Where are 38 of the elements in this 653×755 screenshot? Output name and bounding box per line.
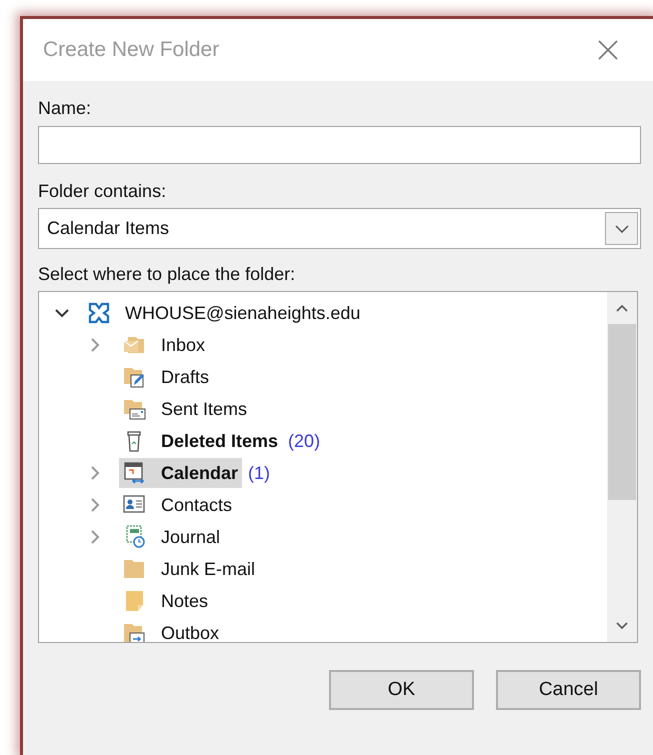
collapsed-chevron-icon[interactable] [91, 466, 100, 480]
unread-count: (20) [288, 430, 320, 453]
folder-item[interactable]: Deleted Items [119, 426, 282, 456]
account-icon [87, 301, 111, 325]
dialog-button[interactable]: Cancel [496, 670, 641, 710]
field-label: Select where to place the folder: [38, 263, 296, 285]
folder-item[interactable]: Drafts [119, 362, 214, 392]
folder-item[interactable]: Calendar [119, 458, 242, 488]
close-icon[interactable] [597, 39, 619, 61]
folder-pencil-icon [123, 365, 147, 389]
window-title: Create New Folder [43, 37, 220, 64]
scroll-thumb[interactable] [608, 324, 636, 500]
collapsed-chevron-icon[interactable] [91, 530, 100, 544]
expanded-chevron-icon[interactable] [55, 308, 69, 318]
dialog-button[interactable]: OK [329, 670, 474, 710]
folder-item[interactable]: Inbox [119, 330, 210, 360]
folder-item[interactable]: Junk E-mail [119, 554, 260, 584]
folder-item[interactable]: WHOUSE@sienaheights.edu [83, 298, 364, 328]
folder-type-dropdown[interactable]: Calendar Items [38, 208, 641, 249]
calendar-icon [123, 461, 147, 485]
field-label: Name: [38, 97, 92, 119]
chevron-down-icon [614, 224, 628, 232]
scrollbar[interactable] [607, 292, 637, 642]
folder-item[interactable]: Sent Items [119, 394, 252, 424]
collapsed-chevron-icon[interactable] [91, 338, 100, 352]
dropdown-button[interactable] [605, 212, 638, 245]
name-field[interactable] [38, 126, 641, 164]
folder-envelope-icon [123, 397, 147, 421]
collapsed-chevron-icon[interactable] [91, 498, 100, 512]
scroll-up-icon[interactable] [616, 304, 628, 312]
folder-item[interactable]: Contacts [119, 490, 236, 520]
unread-count: (1) [248, 462, 270, 485]
folder-item[interactable]: Journal [119, 522, 224, 552]
folder-item[interactable]: Outbox [119, 618, 224, 642]
scroll-down-icon[interactable] [616, 622, 628, 630]
folder-item[interactable]: Notes [119, 586, 212, 616]
folder-icon [123, 557, 147, 581]
field-label: Folder contains: [38, 180, 168, 202]
